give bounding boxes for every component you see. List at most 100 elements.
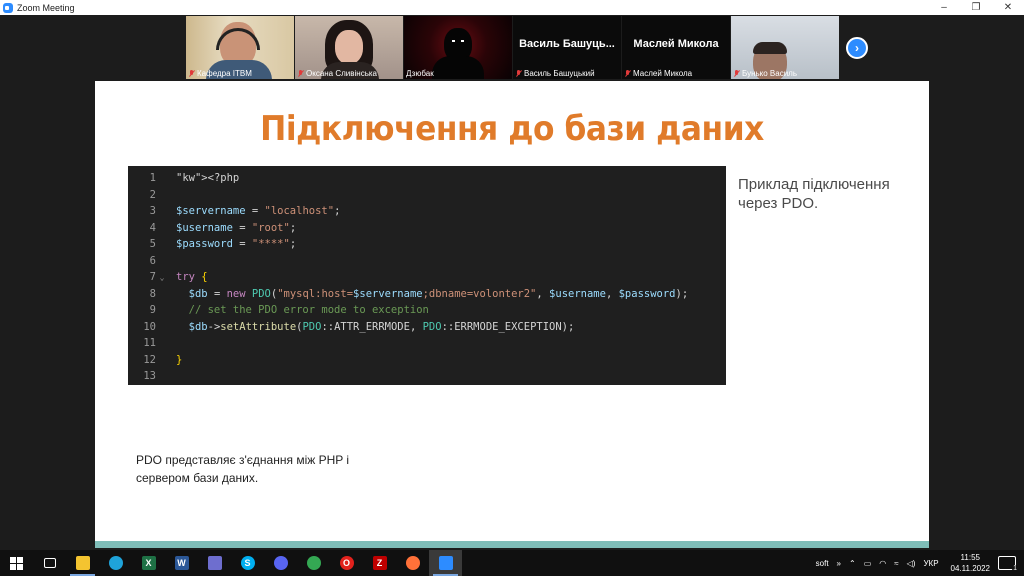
code-line: 8 $db = new PDO("mysql:host=$servername;… xyxy=(128,286,726,303)
line-number: 9 xyxy=(149,304,156,317)
window-titlebar: Zoom Meeting – ❐ ✕ xyxy=(0,0,1024,15)
discord-icon xyxy=(273,556,288,570)
line-number: 4 xyxy=(149,221,156,234)
code-text: "kw"><?php xyxy=(176,172,240,185)
code-text: $db = new PDO("mysql:host=$servername;db… xyxy=(188,287,689,300)
muted-mic-icon xyxy=(297,69,304,78)
participant-name: Бунько Василь xyxy=(742,69,798,78)
line-number: 12 xyxy=(143,353,156,366)
battery-icon[interactable]: ▭ xyxy=(860,559,876,568)
taskbar-edge[interactable] xyxy=(99,550,132,576)
chevron-right-icon: › xyxy=(855,41,859,55)
taskbar-filezilla[interactable]: Z xyxy=(363,550,396,576)
participant-tile[interactable]: Бунько Василь xyxy=(731,16,839,79)
tray-overflow-icon[interactable]: » xyxy=(833,559,845,568)
code-line: 3 $servername = "localhost"; xyxy=(128,203,726,220)
taskbar-chrome[interactable] xyxy=(297,550,330,576)
network-icon[interactable]: ◠ xyxy=(875,559,890,568)
participant-tile[interactable]: Маслей Микола Маслей Микола xyxy=(622,16,730,79)
participant-strip: Кафедра ІТВМ Оксана Сливінська Дзюбак Ва… xyxy=(186,16,839,79)
code-text: try { xyxy=(176,271,208,284)
participant-label: Бунько Василь xyxy=(733,69,797,78)
taskbar-task-view[interactable] xyxy=(33,550,66,576)
show-hidden-icons-icon[interactable]: ⌃ xyxy=(845,559,860,568)
fold-chevron-icon: ⌄ xyxy=(159,272,165,282)
participant-name: Маслей Микола xyxy=(633,69,693,78)
taskbar-file-explorer[interactable] xyxy=(66,550,99,576)
participant-tile-active-speaker[interactable]: Дзюбак xyxy=(404,16,512,79)
taskbar-opera[interactable]: O xyxy=(330,550,363,576)
code-text: // set the PDO error mode to exception xyxy=(176,304,429,317)
participant-name: Оксана Сливінська xyxy=(306,69,378,78)
notification-center-icon[interactable]: 1 xyxy=(998,556,1018,572)
code-line: 9 // set the PDO error mode to exception xyxy=(128,302,726,319)
participant-tile[interactable]: Оксана Сливінська xyxy=(295,16,403,79)
slide-side-note: Приклад підключення через PDO. xyxy=(738,176,890,212)
muted-mic-icon xyxy=(515,69,522,78)
line-number: 11 xyxy=(143,337,156,350)
minimize-button[interactable]: – xyxy=(928,0,960,15)
code-text: $username = "root"; xyxy=(176,221,297,234)
clock-time: 11:55 xyxy=(960,553,980,562)
taskbar-skype[interactable]: S xyxy=(231,550,264,576)
line-number: 2 xyxy=(149,188,156,201)
line-number: 13 xyxy=(143,370,156,383)
next-participants-button[interactable]: › xyxy=(846,37,868,59)
code-line: 7 ⌄ try { xyxy=(128,269,726,286)
code-line: 5 $password = "****"; xyxy=(128,236,726,253)
participant-label: Маслей Микола xyxy=(624,69,692,78)
participant-label: Василь Башуцький xyxy=(515,69,595,78)
wifi-icon[interactable]: ≈ xyxy=(890,559,902,568)
muted-mic-icon xyxy=(624,69,631,78)
window-controls: – ❐ ✕ xyxy=(928,0,1024,15)
line-number: 6 xyxy=(149,254,156,267)
slide-bottom-note: PDO представляє з'єднання між PHP і серв… xyxy=(136,453,350,485)
opera-icon: O xyxy=(339,556,354,570)
participant-label: Кафедра ІТВМ xyxy=(188,69,252,78)
excel-icon: X xyxy=(141,556,156,570)
slide-bottom-bar xyxy=(95,541,929,548)
participant-display-name: Маслей Микола xyxy=(633,38,719,50)
window-title: Zoom Meeting xyxy=(17,2,75,13)
tray-soft-label[interactable]: soft xyxy=(812,559,833,568)
line-number: 7 xyxy=(149,271,156,284)
folder-icon xyxy=(75,556,90,570)
taskbar-zoom[interactable] xyxy=(429,550,462,576)
windows-taskbar: X W S O Z soft » ⌃ ▭ ◠ ≈ ◁) УКР 11:55 04.11.… xyxy=(0,550,1024,576)
skype-icon: S xyxy=(240,556,255,570)
line-number: 8 xyxy=(149,287,156,300)
code-line: 11 xyxy=(128,335,726,352)
participant-display-name: Василь Башуць... xyxy=(519,38,615,50)
code-line: 6 xyxy=(128,253,726,270)
code-text: } xyxy=(176,353,183,366)
participant-tile[interactable]: Кафедра ІТВМ xyxy=(186,16,294,79)
code-line: 12} xyxy=(128,352,726,369)
participant-tile[interactable]: Василь Башуць... Василь Башуцький xyxy=(513,16,621,79)
line-number: 3 xyxy=(149,205,156,218)
zoom-app-icon xyxy=(3,2,13,13)
clock[interactable]: 11:55 04.11.2022 xyxy=(943,552,998,574)
participant-name: Василь Башуцький xyxy=(524,69,595,78)
firefox-icon xyxy=(405,556,420,570)
word-icon: W xyxy=(174,556,189,570)
taskbar-word[interactable]: W xyxy=(165,550,198,576)
close-button[interactable]: ✕ xyxy=(992,0,1024,15)
taskbar-start[interactable] xyxy=(0,550,33,576)
volume-icon[interactable]: ◁) xyxy=(903,559,920,568)
edge-icon xyxy=(108,556,123,570)
taskbar-store[interactable] xyxy=(198,550,231,576)
taskbar-firefox[interactable] xyxy=(396,550,429,576)
restore-button[interactable]: ❐ xyxy=(960,0,992,15)
notification-count: 1 xyxy=(1012,565,1018,572)
zoom-icon xyxy=(438,556,453,570)
code-text: $db->setAttribute(PDO::ATTR_ERRMODE, PDO… xyxy=(188,320,575,333)
participant-name: Дзюбак xyxy=(406,69,434,78)
line-number: 5 xyxy=(149,238,156,251)
windows-icon xyxy=(10,556,24,570)
input-language[interactable]: УКР xyxy=(919,559,942,568)
muted-mic-icon xyxy=(733,69,740,78)
taskbar-discord[interactable] xyxy=(264,550,297,576)
code-block: 1 "kw"><?php 2 3 $servername = "localhost"; 4… xyxy=(128,166,726,385)
taskbar-excel[interactable]: X xyxy=(132,550,165,576)
code-line: 10 $db->setAttribute(PDO::ATTR_ERRMODE, … xyxy=(128,319,726,336)
